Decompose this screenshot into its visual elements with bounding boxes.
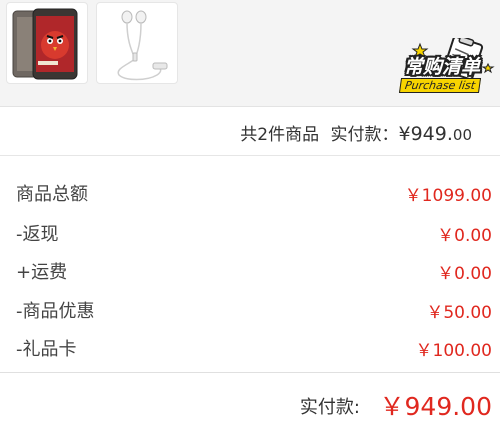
fee-value: ￥0.00 <box>437 226 492 246</box>
fee-value: ￥1099.00 <box>404 186 492 206</box>
phone-image <box>12 8 78 80</box>
actual-payment-row: 实付款: ￥949.00 <box>0 372 500 428</box>
total-label: 实付款: <box>299 397 360 418</box>
fee-row-goods-total: 商品总额 ￥1099.00 <box>0 172 500 208</box>
product-thumbnails-strip: 常购清单 Purchase list <box>0 0 500 107</box>
fee-label: +运费 <box>16 262 68 283</box>
order-summary-row: 共2件商品 实付款：¥949.00 <box>0 108 500 156</box>
fee-value: ￥0.00 <box>437 264 492 284</box>
phone-thumbnail[interactable] <box>6 2 88 84</box>
summary-amount-decimal: 00 <box>452 126 472 144</box>
summary-text: 共2件商品 实付款：¥949.00 <box>240 120 472 145</box>
badge-subtitle: Purchase list <box>398 78 482 93</box>
fee-label: -返现 <box>16 224 59 245</box>
total-value: ￥949.00 <box>379 392 492 421</box>
fee-row-gift-card: -礼品卡 ￥100.00 <box>0 327 500 363</box>
purchase-list-badge[interactable]: 常购清单 Purchase list <box>398 38 498 100</box>
fee-value: ￥100.00 <box>415 341 492 361</box>
fee-row-discount: -商品优惠 ￥50.00 <box>0 289 500 325</box>
badge-title: 常购清单 <box>404 56 481 78</box>
summary-amount-integer: ¥949. <box>398 123 453 145</box>
earphone-thumbnail[interactable] <box>96 2 178 84</box>
fee-label: -商品优惠 <box>16 301 95 322</box>
fee-row-cashback: -返现 ￥0.00 <box>0 212 500 248</box>
fee-value: ￥50.00 <box>426 303 492 323</box>
fee-label: 商品总额 <box>16 184 88 205</box>
fee-row-shipping: +运费 ￥0.00 <box>0 250 500 286</box>
fee-label: -礼品卡 <box>16 339 77 360</box>
summary-pay-label: 实付款： <box>330 125 399 145</box>
earphone-image <box>117 10 168 81</box>
item-count: 共2件商品 <box>240 125 320 145</box>
